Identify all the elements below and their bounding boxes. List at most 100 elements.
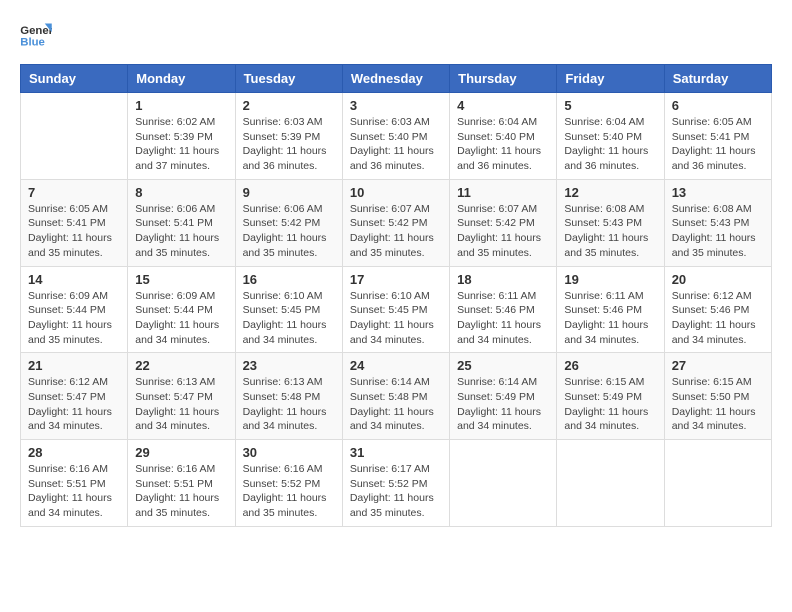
day-number: 11 bbox=[457, 185, 549, 200]
calendar-cell: 15 Sunrise: 6:09 AMSunset: 5:44 PMDayligh… bbox=[128, 266, 235, 353]
day-number: 30 bbox=[243, 445, 335, 460]
day-info: Sunrise: 6:04 AMSunset: 5:40 PMDaylight:… bbox=[564, 115, 656, 174]
day-number: 16 bbox=[243, 272, 335, 287]
day-info: Sunrise: 6:10 AMSunset: 5:45 PMDaylight:… bbox=[243, 289, 335, 348]
day-info: Sunrise: 6:12 AMSunset: 5:46 PMDaylight:… bbox=[672, 289, 764, 348]
day-number: 25 bbox=[457, 358, 549, 373]
calendar-cell: 5 Sunrise: 6:04 AMSunset: 5:40 PMDaylight… bbox=[557, 93, 664, 180]
day-info: Sunrise: 6:04 AMSunset: 5:40 PMDaylight:… bbox=[457, 115, 549, 174]
calendar-cell: 7Sunrise: 6:05 AMSunset: 5:41 PMDaylight… bbox=[21, 179, 128, 266]
calendar-week-row: 1Sunrise: 6:02 AMSunset: 5:39 PMDaylight… bbox=[21, 93, 772, 180]
day-info: Sunrise: 6:13 AMSunset: 5:48 PMDaylight:… bbox=[243, 375, 335, 434]
calendar-cell: 23 Sunrise: 6:13 AMSunset: 5:48 PMDayligh… bbox=[235, 353, 342, 440]
calendar-week-row: 14 Sunrise: 6:09 AMSunset: 5:44 PMDayligh… bbox=[21, 266, 772, 353]
calendar-header-wednesday: Wednesday bbox=[342, 65, 449, 93]
day-info: Sunrise: 6:17 AMSunset: 5:52 PMDaylight:… bbox=[350, 462, 442, 521]
calendar-cell: 20 Sunrise: 6:12 AMSunset: 5:46 PMDayligh… bbox=[664, 266, 771, 353]
day-number: 5 bbox=[564, 98, 656, 113]
day-info: Sunrise: 6:08 AMSunset: 5:43 PMDaylight:… bbox=[564, 202, 656, 261]
calendar-cell: 9 Sunrise: 6:06 AMSunset: 5:42 PMDaylight… bbox=[235, 179, 342, 266]
calendar-cell: 19 Sunrise: 6:11 AMSunset: 5:46 PMDayligh… bbox=[557, 266, 664, 353]
day-info: Sunrise: 6:16 AMSunset: 5:51 PMDaylight:… bbox=[135, 462, 227, 521]
calendar-cell: 25 Sunrise: 6:14 AMSunset: 5:49 PMDayligh… bbox=[450, 353, 557, 440]
calendar-cell: 6 Sunrise: 6:05 AMSunset: 5:41 PMDaylight… bbox=[664, 93, 771, 180]
day-info: Sunrise: 6:13 AMSunset: 5:47 PMDaylight:… bbox=[135, 375, 227, 434]
day-number: 15 bbox=[135, 272, 227, 287]
calendar-cell: 22 Sunrise: 6:13 AMSunset: 5:47 PMDayligh… bbox=[128, 353, 235, 440]
day-info: Sunrise: 6:12 AMSunset: 5:47 PMDaylight:… bbox=[28, 375, 120, 434]
day-number: 3 bbox=[350, 98, 442, 113]
day-number: 2 bbox=[243, 98, 335, 113]
day-number: 31 bbox=[350, 445, 442, 460]
day-number: 24 bbox=[350, 358, 442, 373]
calendar-cell: 12 Sunrise: 6:08 AMSunset: 5:43 PMDayligh… bbox=[557, 179, 664, 266]
calendar-cell: 14Sunrise: 6:09 AMSunset: 5:44 PMDayligh… bbox=[21, 266, 128, 353]
calendar-table: SundayMondayTuesdayWednesdayThursdayFrid… bbox=[20, 64, 772, 527]
day-number: 18 bbox=[457, 272, 549, 287]
day-number: 23 bbox=[243, 358, 335, 373]
day-info: Sunrise: 6:16 AMSunset: 5:51 PMDaylight:… bbox=[28, 462, 120, 521]
calendar-cell bbox=[450, 440, 557, 527]
day-info: Sunrise: 6:14 AMSunset: 5:49 PMDaylight:… bbox=[457, 375, 549, 434]
calendar-cell: 30 Sunrise: 6:16 AMSunset: 5:52 PMDayligh… bbox=[235, 440, 342, 527]
day-info: Sunrise: 6:09 AMSunset: 5:44 PMDaylight:… bbox=[135, 289, 227, 348]
calendar-cell: 11 Sunrise: 6:07 AMSunset: 5:42 PMDayligh… bbox=[450, 179, 557, 266]
day-info: Sunrise: 6:11 AMSunset: 5:46 PMDaylight:… bbox=[564, 289, 656, 348]
day-number: 12 bbox=[564, 185, 656, 200]
day-number: 6 bbox=[672, 98, 764, 113]
calendar-cell bbox=[664, 440, 771, 527]
calendar-header-tuesday: Tuesday bbox=[235, 65, 342, 93]
day-info: Sunrise: 6:08 AMSunset: 5:43 PMDaylight:… bbox=[672, 202, 764, 261]
day-number: 9 bbox=[243, 185, 335, 200]
day-number: 20 bbox=[672, 272, 764, 287]
day-number: 28 bbox=[28, 445, 120, 460]
day-number: 21 bbox=[28, 358, 120, 373]
calendar-cell: 10Sunrise: 6:07 AMSunset: 5:42 PMDayligh… bbox=[342, 179, 449, 266]
calendar-header-saturday: Saturday bbox=[664, 65, 771, 93]
day-info: Sunrise: 6:06 AMSunset: 5:41 PMDaylight:… bbox=[135, 202, 227, 261]
calendar-week-row: 28 Sunrise: 6:16 AMSunset: 5:51 PMDayligh… bbox=[21, 440, 772, 527]
day-number: 1 bbox=[135, 98, 227, 113]
day-number: 14 bbox=[28, 272, 120, 287]
day-info: Sunrise: 6:07 AMSunset: 5:42 PMDaylight:… bbox=[457, 202, 549, 261]
calendar-cell: 24 Sunrise: 6:14 AMSunset: 5:48 PMDayligh… bbox=[342, 353, 449, 440]
calendar-header-row: SundayMondayTuesdayWednesdayThursdayFrid… bbox=[21, 65, 772, 93]
day-info: Sunrise: 6:15 AMSunset: 5:49 PMDaylight:… bbox=[564, 375, 656, 434]
day-info: Sunrise: 6:16 AMSunset: 5:52 PMDaylight:… bbox=[243, 462, 335, 521]
calendar-cell: 26 Sunrise: 6:15 AMSunset: 5:49 PMDayligh… bbox=[557, 353, 664, 440]
day-info: Sunrise: 6:05 AMSunset: 5:41 PMDaylight:… bbox=[672, 115, 764, 174]
svg-text:Blue: Blue bbox=[20, 36, 45, 48]
calendar-cell: 17Sunrise: 6:10 AMSunset: 5:45 PMDayligh… bbox=[342, 266, 449, 353]
calendar-header-friday: Friday bbox=[557, 65, 664, 93]
calendar-week-row: 21 Sunrise: 6:12 AMSunset: 5:47 PMDayligh… bbox=[21, 353, 772, 440]
day-info: Sunrise: 6:07 AMSunset: 5:42 PMDaylight:… bbox=[350, 202, 442, 261]
svg-text:General: General bbox=[20, 25, 52, 37]
calendar-cell: 16 Sunrise: 6:10 AMSunset: 5:45 PMDayligh… bbox=[235, 266, 342, 353]
calendar-cell: 13Sunrise: 6:08 AMSunset: 5:43 PMDayligh… bbox=[664, 179, 771, 266]
day-info: Sunrise: 6:15 AMSunset: 5:50 PMDaylight:… bbox=[672, 375, 764, 434]
calendar-cell: 8 Sunrise: 6:06 AMSunset: 5:41 PMDaylight… bbox=[128, 179, 235, 266]
calendar-cell bbox=[557, 440, 664, 527]
day-number: 29 bbox=[135, 445, 227, 460]
day-number: 8 bbox=[135, 185, 227, 200]
page-header: General Blue bbox=[20, 20, 772, 48]
day-number: 7 bbox=[28, 185, 120, 200]
day-number: 22 bbox=[135, 358, 227, 373]
calendar-cell: 29 Sunrise: 6:16 AMSunset: 5:51 PMDayligh… bbox=[128, 440, 235, 527]
day-info: Sunrise: 6:14 AMSunset: 5:48 PMDaylight:… bbox=[350, 375, 442, 434]
day-info: Sunrise: 6:03 AMSunset: 5:40 PMDaylight:… bbox=[350, 115, 442, 174]
calendar-header-monday: Monday bbox=[128, 65, 235, 93]
calendar-cell: 4 Sunrise: 6:04 AMSunset: 5:40 PMDaylight… bbox=[450, 93, 557, 180]
day-number: 26 bbox=[564, 358, 656, 373]
calendar-cell: 31 Sunrise: 6:17 AMSunset: 5:52 PMDayligh… bbox=[342, 440, 449, 527]
calendar-header-thursday: Thursday bbox=[450, 65, 557, 93]
day-number: 19 bbox=[564, 272, 656, 287]
logo-icon: General Blue bbox=[20, 20, 52, 48]
calendar-cell bbox=[21, 93, 128, 180]
day-number: 4 bbox=[457, 98, 549, 113]
day-info: Sunrise: 6:03 AMSunset: 5:39 PMDaylight:… bbox=[243, 115, 335, 174]
calendar-cell: 18Sunrise: 6:11 AMSunset: 5:46 PMDayligh… bbox=[450, 266, 557, 353]
day-number: 27 bbox=[672, 358, 764, 373]
calendar-cell: 21 Sunrise: 6:12 AMSunset: 5:47 PMDayligh… bbox=[21, 353, 128, 440]
day-info: Sunrise: 6:06 AMSunset: 5:42 PMDaylight:… bbox=[243, 202, 335, 261]
